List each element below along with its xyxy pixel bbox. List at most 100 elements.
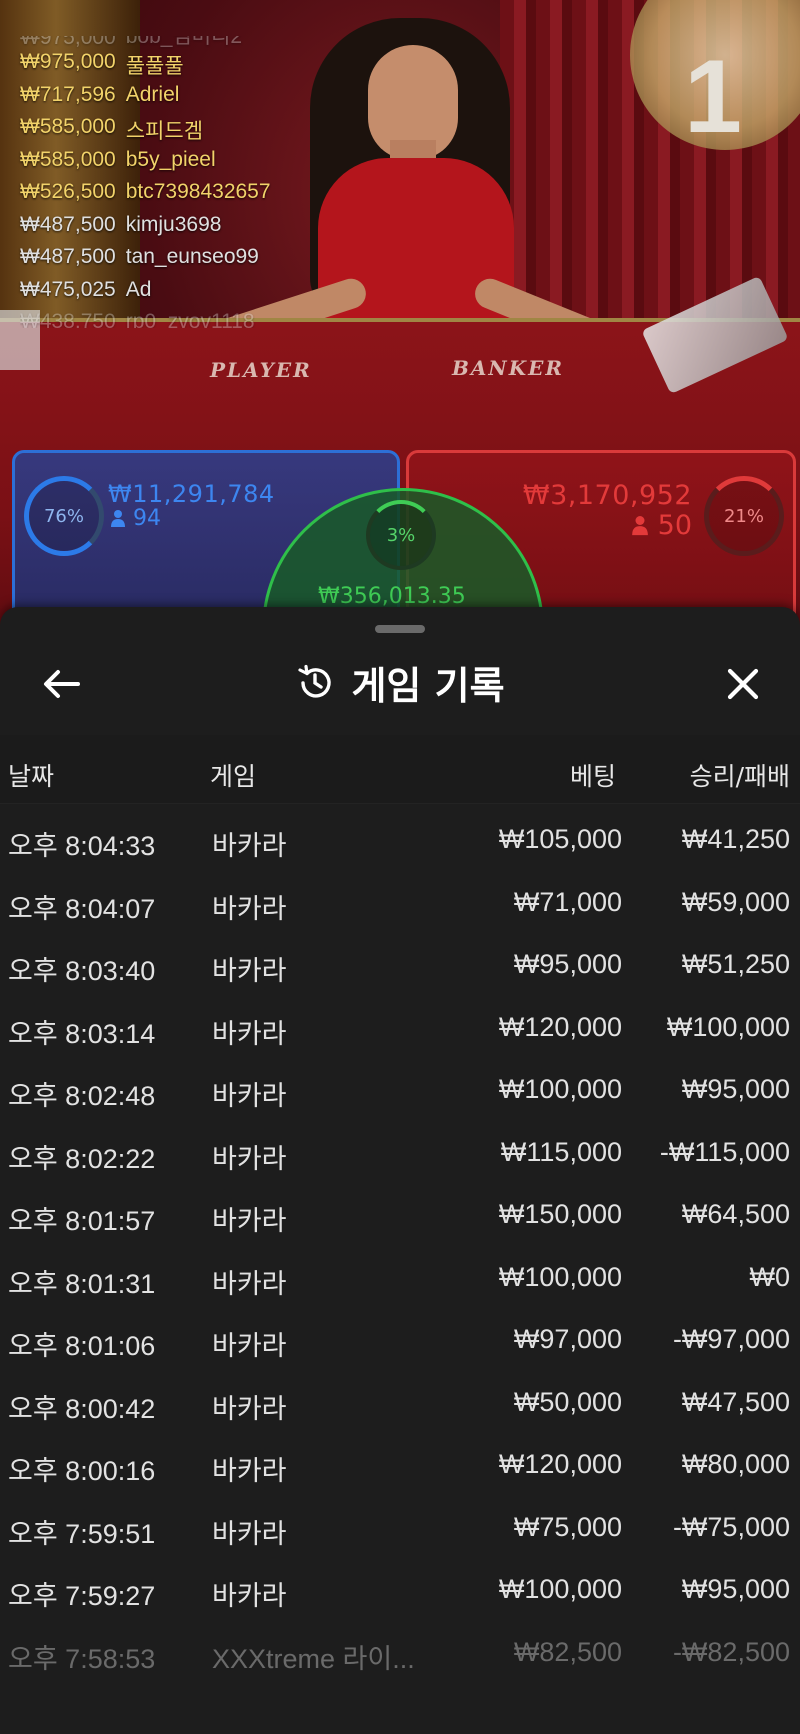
history-icon xyxy=(298,664,332,698)
history-date: 오후 8:01:57 xyxy=(8,1206,156,1236)
history-date: 오후 7:59:51 xyxy=(8,1518,156,1549)
column-header-result: 승리/패배 xyxy=(689,762,790,791)
column-header-game: 게임 xyxy=(210,762,257,791)
history-bet: ₩105,000 xyxy=(498,824,622,854)
column-header-bet: 베팅 xyxy=(569,762,616,791)
history-result: ₩95,000 xyxy=(681,1574,790,1604)
leaderboard-entry: ₩526,500 btc7398432657 xyxy=(20,180,271,213)
leaderboard-player-name: bob_님버리2 xyxy=(125,36,243,48)
history-bet: ₩82,500 xyxy=(513,1636,622,1667)
history-date: 오후 8:04:33 xyxy=(8,831,156,861)
leaderboard-entry: ₩487,500 tan_eunseo99 xyxy=(20,245,271,278)
leaderboard-amount: ₩526,500 xyxy=(20,180,116,203)
history-game: 바카라 xyxy=(212,1518,287,1549)
history-result: -₩115,000 xyxy=(659,1136,790,1167)
history-bet: ₩95,000 xyxy=(513,949,622,979)
history-bet: ₩97,000 xyxy=(513,1324,622,1354)
leaderboard-amount: ₩717,596 xyxy=(20,82,116,106)
history-date: 오후 8:00:42 xyxy=(8,1393,156,1424)
history-bet: ₩115,000 xyxy=(500,1136,622,1167)
history-game: 바카라 xyxy=(212,1081,287,1111)
history-result: -₩75,000 xyxy=(672,1511,790,1542)
history-row[interactable]: 오후 8:02:48 바카라 ₩100,000 ₩95,000 xyxy=(0,1060,800,1123)
tie-percent: 3% xyxy=(386,524,416,546)
history-date: 오후 8:01:31 xyxy=(8,1268,156,1299)
history-game: 바카라 xyxy=(212,1456,287,1486)
leaderboard-amount: ₩975,000 xyxy=(20,50,116,73)
leaderboard-amount: ₩487,500 xyxy=(20,212,116,236)
history-result: ₩59,000 xyxy=(681,886,790,917)
history-row[interactable]: 오후 8:04:33 바카라 ₩105,000 ₩41,250 xyxy=(0,810,800,873)
history-row[interactable]: 오후 8:00:42 바카라 ₩50,000 ₩47,500 xyxy=(0,1373,800,1436)
history-row[interactable]: 오후 8:03:14 바카라 ₩120,000 ₩100,000 xyxy=(0,998,800,1061)
history-bet: ₩150,000 xyxy=(498,1199,622,1229)
history-game: 바카라 xyxy=(212,956,287,986)
history-game: XXXtreme 라이... xyxy=(212,1643,415,1674)
history-row[interactable]: 오후 7:59:51 바카라 ₩75,000 -₩75,000 xyxy=(0,1498,800,1561)
banker-bet-total: ₩3,170,952 xyxy=(522,480,692,511)
history-date: 오후 8:01:06 xyxy=(8,1331,156,1361)
history-row[interactable]: 오후 8:01:31 바카라 ₩100,000 ₩0 xyxy=(0,1248,800,1311)
close-button[interactable] xyxy=(718,659,768,709)
history-date: 오후 7:58:53 xyxy=(8,1643,156,1674)
leaderboard-player-name: tan_eunseo99 xyxy=(125,245,259,268)
user-icon xyxy=(632,516,648,536)
history-row[interactable]: 오후 8:03:40 바카라 ₩95,000 ₩51,250 xyxy=(0,935,800,998)
history-row[interactable]: 오후 7:59:27 바카라 ₩100,000 ₩95,000 xyxy=(0,1560,800,1623)
player-percent-ring: 76% xyxy=(24,476,104,556)
history-result: -₩82,500 xyxy=(672,1636,790,1667)
history-date: 오후 8:00:16 xyxy=(8,1456,156,1486)
history-date: 오후 8:02:48 xyxy=(8,1081,156,1111)
leaderboard-amount: ₩585,000 xyxy=(20,115,116,138)
table-label-player: PLAYER xyxy=(210,358,312,382)
tie-percent-ring: 3% xyxy=(366,500,436,570)
banker-percent-ring: 21% xyxy=(704,476,784,556)
history-bet: ₩50,000 xyxy=(513,1386,622,1417)
leaderboard-amount: ₩487,500 xyxy=(20,245,116,268)
user-icon xyxy=(111,510,125,527)
history-date: 오후 8:03:14 xyxy=(8,1018,156,1049)
history-date: 오후 8:04:07 xyxy=(8,893,156,924)
leaderboard-entry: ₩975,000 풀풀풀 xyxy=(20,50,271,83)
history-result: ₩64,500 xyxy=(681,1199,790,1229)
history-game: 바카라 xyxy=(212,1143,287,1174)
winners-leaderboard: ₩975,000 bob_님버리2 ₩975,000 풀풀풀 ₩717,596 Adrie… xyxy=(20,36,271,328)
sheet-title: 게임 기록 xyxy=(351,664,505,708)
sheet-header: 게임 기록 xyxy=(0,645,800,719)
leaderboard-player-name: b5y_pieel xyxy=(125,147,216,171)
history-bet: ₩120,000 xyxy=(498,1011,622,1042)
history-list: 오후 8:04:33 바카라 ₩105,000 ₩41,250 오후 8:04:07 바카… xyxy=(0,810,800,1685)
history-game: 바카라 xyxy=(212,1581,287,1611)
player-percent: 76% xyxy=(43,505,84,527)
history-row[interactable]: 오후 8:04:07 바카라 ₩71,000 ₩59,000 xyxy=(0,873,800,936)
leaderboard-player-name: Ad xyxy=(125,277,152,301)
table-label-banker: BANKER xyxy=(452,356,564,380)
leaderboard-player-name: Adriel xyxy=(125,82,180,106)
leaderboard-entry: ₩438,750 rp0_zvov1118 xyxy=(20,310,271,328)
banker-percent: 21% xyxy=(723,505,764,527)
history-row[interactable]: 오후 8:01:06 바카라 ₩97,000 -₩97,000 xyxy=(0,1310,800,1373)
leaderboard-player-name: kimju3698 xyxy=(125,212,222,236)
history-row[interactable]: 오후 7:58:53 XXXtreme 라이... ₩82,500 -₩82,500 xyxy=(0,1623,800,1686)
leaderboard-amount: ₩438,750 xyxy=(20,310,116,328)
leaderboard-entry: ₩975,000 bob_님버리2 xyxy=(20,36,271,50)
player-bettor-count: 94 xyxy=(110,506,161,531)
drag-handle[interactable] xyxy=(375,625,425,633)
history-row[interactable]: 오후 8:00:16 바카라 ₩120,000 ₩80,000 xyxy=(0,1435,800,1498)
leaderboard-player-name: btc7398432657 xyxy=(125,180,271,203)
leaderboard-entry: ₩475,025 Ad xyxy=(20,278,271,311)
leaderboard-entry: ₩487,500 kimju3698 xyxy=(20,213,271,246)
history-result: ₩80,000 xyxy=(681,1449,790,1479)
history-date: 오후 8:02:22 xyxy=(8,1143,156,1174)
history-date: 오후 7:59:27 xyxy=(8,1581,156,1611)
history-result: ₩41,250 xyxy=(681,824,790,854)
leaderboard-entry: ₩585,000 b5y_pieel xyxy=(20,148,271,181)
history-row[interactable]: 오후 8:01:57 바카라 ₩150,000 ₩64,500 xyxy=(0,1185,800,1248)
history-bet: ₩100,000 xyxy=(498,1574,622,1604)
leaderboard-entry: ₩585,000 스피드겜 xyxy=(20,115,271,148)
leaderboard-player-name: 스피드겜 xyxy=(125,120,204,143)
round-number: 1 xyxy=(684,39,742,155)
history-row[interactable]: 오후 8:02:22 바카라 ₩115,000 -₩115,000 xyxy=(0,1123,800,1186)
history-game: 바카라 xyxy=(212,1206,287,1236)
leaderboard-amount: ₩975,000 xyxy=(20,36,116,49)
